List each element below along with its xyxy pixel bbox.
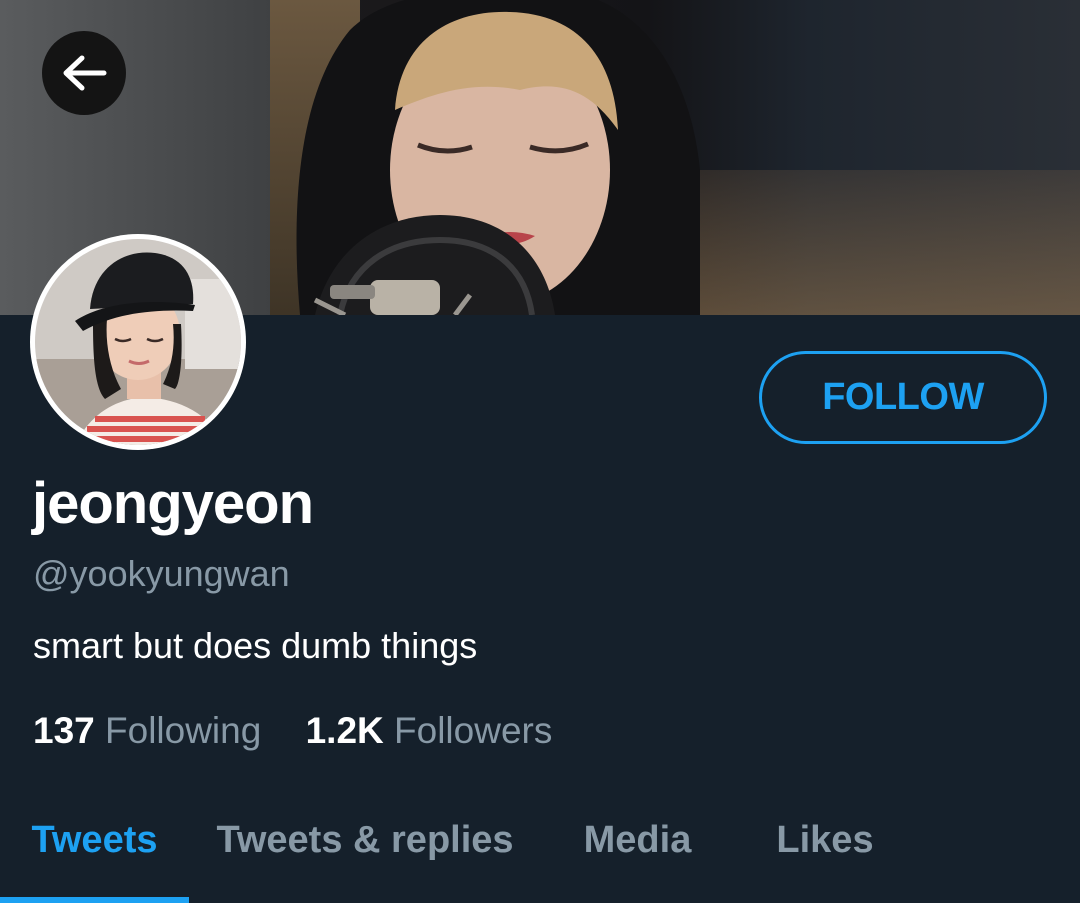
profile-display-name: jeongyeon <box>32 471 314 536</box>
back-button[interactable] <box>42 31 126 115</box>
followers-label: Followers <box>394 710 553 751</box>
arrow-left-icon <box>63 55 107 91</box>
avatar[interactable] <box>30 234 246 450</box>
tab-media[interactable]: Media <box>555 800 720 903</box>
profile-tabs: Tweets Tweets & replies Media Likes <box>0 800 1080 903</box>
follow-button[interactable]: FOLLOW <box>759 351 1047 444</box>
profile-stats: 137 Following 1.2K Followers <box>33 710 552 752</box>
avatar-photo <box>35 239 241 445</box>
tab-likes[interactable]: Likes <box>745 800 905 903</box>
followers-count: 1.2K <box>305 710 384 751</box>
profile-bio: smart but does dumb things <box>33 625 478 666</box>
active-tab-indicator <box>0 897 189 903</box>
followers-stat[interactable]: 1.2K Followers <box>306 710 553 751</box>
following-stat[interactable]: 137 Following <box>33 710 272 751</box>
tab-tweets[interactable]: Tweets <box>0 800 189 903</box>
following-count: 137 <box>33 710 95 751</box>
following-label: Following <box>105 710 262 751</box>
tab-tweets-and-replies[interactable]: Tweets & replies <box>200 800 530 903</box>
profile-handle: @yookyungwan <box>33 553 290 594</box>
